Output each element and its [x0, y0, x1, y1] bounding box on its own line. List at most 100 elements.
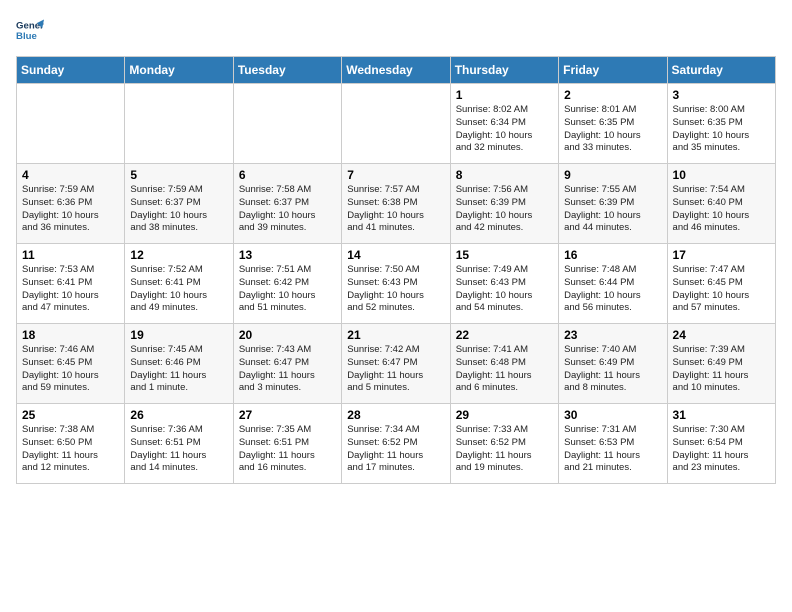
calendar-cell: 19 Sunrise: 7:45 AM Sunset: 6:46 PM Dayli… [125, 324, 233, 404]
calendar-table: SundayMondayTuesdayWednesdayThursdayFrid… [16, 56, 776, 484]
calendar-cell: 6 Sunrise: 7:58 AM Sunset: 6:37 PM Daylig… [233, 164, 341, 244]
calendar-cell: 14 Sunrise: 7:50 AM Sunset: 6:43 PM Dayli… [342, 244, 450, 324]
day-number: 29 [456, 408, 553, 422]
day-header-monday: Monday [125, 57, 233, 84]
day-detail: Sunrise: 7:45 AM Sunset: 6:46 PM Dayligh… [130, 344, 227, 395]
day-number: 6 [239, 168, 336, 182]
calendar-cell: 27 Sunrise: 7:35 AM Sunset: 6:51 PM Dayli… [233, 404, 341, 484]
day-number: 13 [239, 248, 336, 262]
day-detail: Sunrise: 7:51 AM Sunset: 6:42 PM Dayligh… [239, 264, 336, 315]
day-number: 31 [673, 408, 770, 422]
day-number: 26 [130, 408, 227, 422]
calendar-cell [125, 84, 233, 164]
day-detail: Sunrise: 7:59 AM Sunset: 6:37 PM Dayligh… [130, 184, 227, 235]
day-detail: Sunrise: 7:41 AM Sunset: 6:48 PM Dayligh… [456, 344, 553, 395]
calendar-cell: 16 Sunrise: 7:48 AM Sunset: 6:44 PM Dayli… [559, 244, 667, 324]
calendar-cell [233, 84, 341, 164]
calendar-cell: 15 Sunrise: 7:49 AM Sunset: 6:43 PM Dayli… [450, 244, 558, 324]
day-detail: Sunrise: 8:00 AM Sunset: 6:35 PM Dayligh… [673, 104, 770, 155]
day-detail: Sunrise: 7:38 AM Sunset: 6:50 PM Dayligh… [22, 424, 119, 475]
day-detail: Sunrise: 7:54 AM Sunset: 6:40 PM Dayligh… [673, 184, 770, 235]
page-header: General Blue [16, 16, 776, 44]
calendar-cell: 8Sunrise: 7:56 AM Sunset: 6:39 PM Daylig… [450, 164, 558, 244]
day-detail: Sunrise: 7:34 AM Sunset: 6:52 PM Dayligh… [347, 424, 444, 475]
day-number: 20 [239, 328, 336, 342]
day-detail: Sunrise: 7:30 AM Sunset: 6:54 PM Dayligh… [673, 424, 770, 475]
day-number: 9 [564, 168, 661, 182]
day-detail: Sunrise: 7:55 AM Sunset: 6:39 PM Dayligh… [564, 184, 661, 235]
calendar-cell: 29Sunrise: 7:33 AM Sunset: 6:52 PM Dayli… [450, 404, 558, 484]
day-number: 22 [456, 328, 553, 342]
calendar-cell: 9 Sunrise: 7:55 AM Sunset: 6:39 PM Daylig… [559, 164, 667, 244]
day-detail: Sunrise: 7:39 AM Sunset: 6:49 PM Dayligh… [673, 344, 770, 395]
day-detail: Sunrise: 7:36 AM Sunset: 6:51 PM Dayligh… [130, 424, 227, 475]
day-number: 7 [347, 168, 444, 182]
calendar-cell: 13 Sunrise: 7:51 AM Sunset: 6:42 PM Dayli… [233, 244, 341, 324]
day-detail: Sunrise: 7:57 AM Sunset: 6:38 PM Dayligh… [347, 184, 444, 235]
day-number: 2 [564, 88, 661, 102]
day-header-friday: Friday [559, 57, 667, 84]
calendar-cell: 4 Sunrise: 7:59 AM Sunset: 6:36 PM Daylig… [17, 164, 125, 244]
day-detail: Sunrise: 7:47 AM Sunset: 6:45 PM Dayligh… [673, 264, 770, 315]
day-number: 11 [22, 248, 119, 262]
calendar-cell: 7 Sunrise: 7:57 AM Sunset: 6:38 PM Daylig… [342, 164, 450, 244]
calendar-cell: 12 Sunrise: 7:52 AM Sunset: 6:41 PM Dayli… [125, 244, 233, 324]
day-detail: Sunrise: 7:53 AM Sunset: 6:41 PM Dayligh… [22, 264, 119, 315]
calendar-cell: 28 Sunrise: 7:34 AM Sunset: 6:52 PM Dayli… [342, 404, 450, 484]
calendar-cell: 22 Sunrise: 7:41 AM Sunset: 6:48 PM Dayli… [450, 324, 558, 404]
day-number: 27 [239, 408, 336, 422]
day-number: 10 [673, 168, 770, 182]
day-number: 12 [130, 248, 227, 262]
calendar-cell: 2 Sunrise: 8:01 AM Sunset: 6:35 PM Daylig… [559, 84, 667, 164]
day-detail: Sunrise: 8:02 AM Sunset: 6:34 PM Dayligh… [456, 104, 553, 155]
day-number: 4 [22, 168, 119, 182]
day-header-saturday: Saturday [667, 57, 775, 84]
day-number: 25 [22, 408, 119, 422]
day-detail: Sunrise: 7:48 AM Sunset: 6:44 PM Dayligh… [564, 264, 661, 315]
day-detail: Sunrise: 7:58 AM Sunset: 6:37 PM Dayligh… [239, 184, 336, 235]
day-number: 15 [456, 248, 553, 262]
day-detail: Sunrise: 7:50 AM Sunset: 6:43 PM Dayligh… [347, 264, 444, 315]
day-number: 14 [347, 248, 444, 262]
day-number: 17 [673, 248, 770, 262]
day-number: 23 [564, 328, 661, 342]
day-detail: Sunrise: 8:01 AM Sunset: 6:35 PM Dayligh… [564, 104, 661, 155]
calendar-cell [17, 84, 125, 164]
day-detail: Sunrise: 7:49 AM Sunset: 6:43 PM Dayligh… [456, 264, 553, 315]
svg-text:Blue: Blue [16, 31, 37, 42]
day-number: 30 [564, 408, 661, 422]
day-detail: Sunrise: 7:52 AM Sunset: 6:41 PM Dayligh… [130, 264, 227, 315]
day-detail: Sunrise: 7:42 AM Sunset: 6:47 PM Dayligh… [347, 344, 444, 395]
calendar-cell: 1 Sunrise: 8:02 AM Sunset: 6:34 PM Daylig… [450, 84, 558, 164]
day-number: 5 [130, 168, 227, 182]
day-number: 28 [347, 408, 444, 422]
calendar-cell: 23 Sunrise: 7:40 AM Sunset: 6:49 PM Dayli… [559, 324, 667, 404]
day-number: 3 [673, 88, 770, 102]
day-detail: Sunrise: 7:31 AM Sunset: 6:53 PM Dayligh… [564, 424, 661, 475]
calendar-cell: 31 Sunrise: 7:30 AM Sunset: 6:54 PM Dayli… [667, 404, 775, 484]
day-detail: Sunrise: 7:35 AM Sunset: 6:51 PM Dayligh… [239, 424, 336, 475]
calendar-cell: 26 Sunrise: 7:36 AM Sunset: 6:51 PM Dayli… [125, 404, 233, 484]
calendar-cell: 17 Sunrise: 7:47 AM Sunset: 6:45 PM Dayli… [667, 244, 775, 324]
day-header-thursday: Thursday [450, 57, 558, 84]
day-number: 21 [347, 328, 444, 342]
day-number: 19 [130, 328, 227, 342]
logo: General Blue [16, 16, 44, 44]
day-detail: Sunrise: 7:59 AM Sunset: 6:36 PM Dayligh… [22, 184, 119, 235]
day-detail: Sunrise: 7:46 AM Sunset: 6:45 PM Dayligh… [22, 344, 119, 395]
calendar-cell: 20Sunrise: 7:43 AM Sunset: 6:47 PM Dayli… [233, 324, 341, 404]
day-number: 1 [456, 88, 553, 102]
day-detail: Sunrise: 7:40 AM Sunset: 6:49 PM Dayligh… [564, 344, 661, 395]
calendar-cell: 11 Sunrise: 7:53 AM Sunset: 6:41 PM Dayli… [17, 244, 125, 324]
day-header-sunday: Sunday [17, 57, 125, 84]
calendar-cell: 3 Sunrise: 8:00 AM Sunset: 6:35 PM Daylig… [667, 84, 775, 164]
day-number: 18 [22, 328, 119, 342]
day-number: 8 [456, 168, 553, 182]
calendar-cell: 30 Sunrise: 7:31 AM Sunset: 6:53 PM Dayli… [559, 404, 667, 484]
day-number: 16 [564, 248, 661, 262]
day-header-wednesday: Wednesday [342, 57, 450, 84]
day-header-tuesday: Tuesday [233, 57, 341, 84]
calendar-cell: 21 Sunrise: 7:42 AM Sunset: 6:47 PM Dayli… [342, 324, 450, 404]
calendar-cell: 5 Sunrise: 7:59 AM Sunset: 6:37 PM Daylig… [125, 164, 233, 244]
calendar-cell [342, 84, 450, 164]
